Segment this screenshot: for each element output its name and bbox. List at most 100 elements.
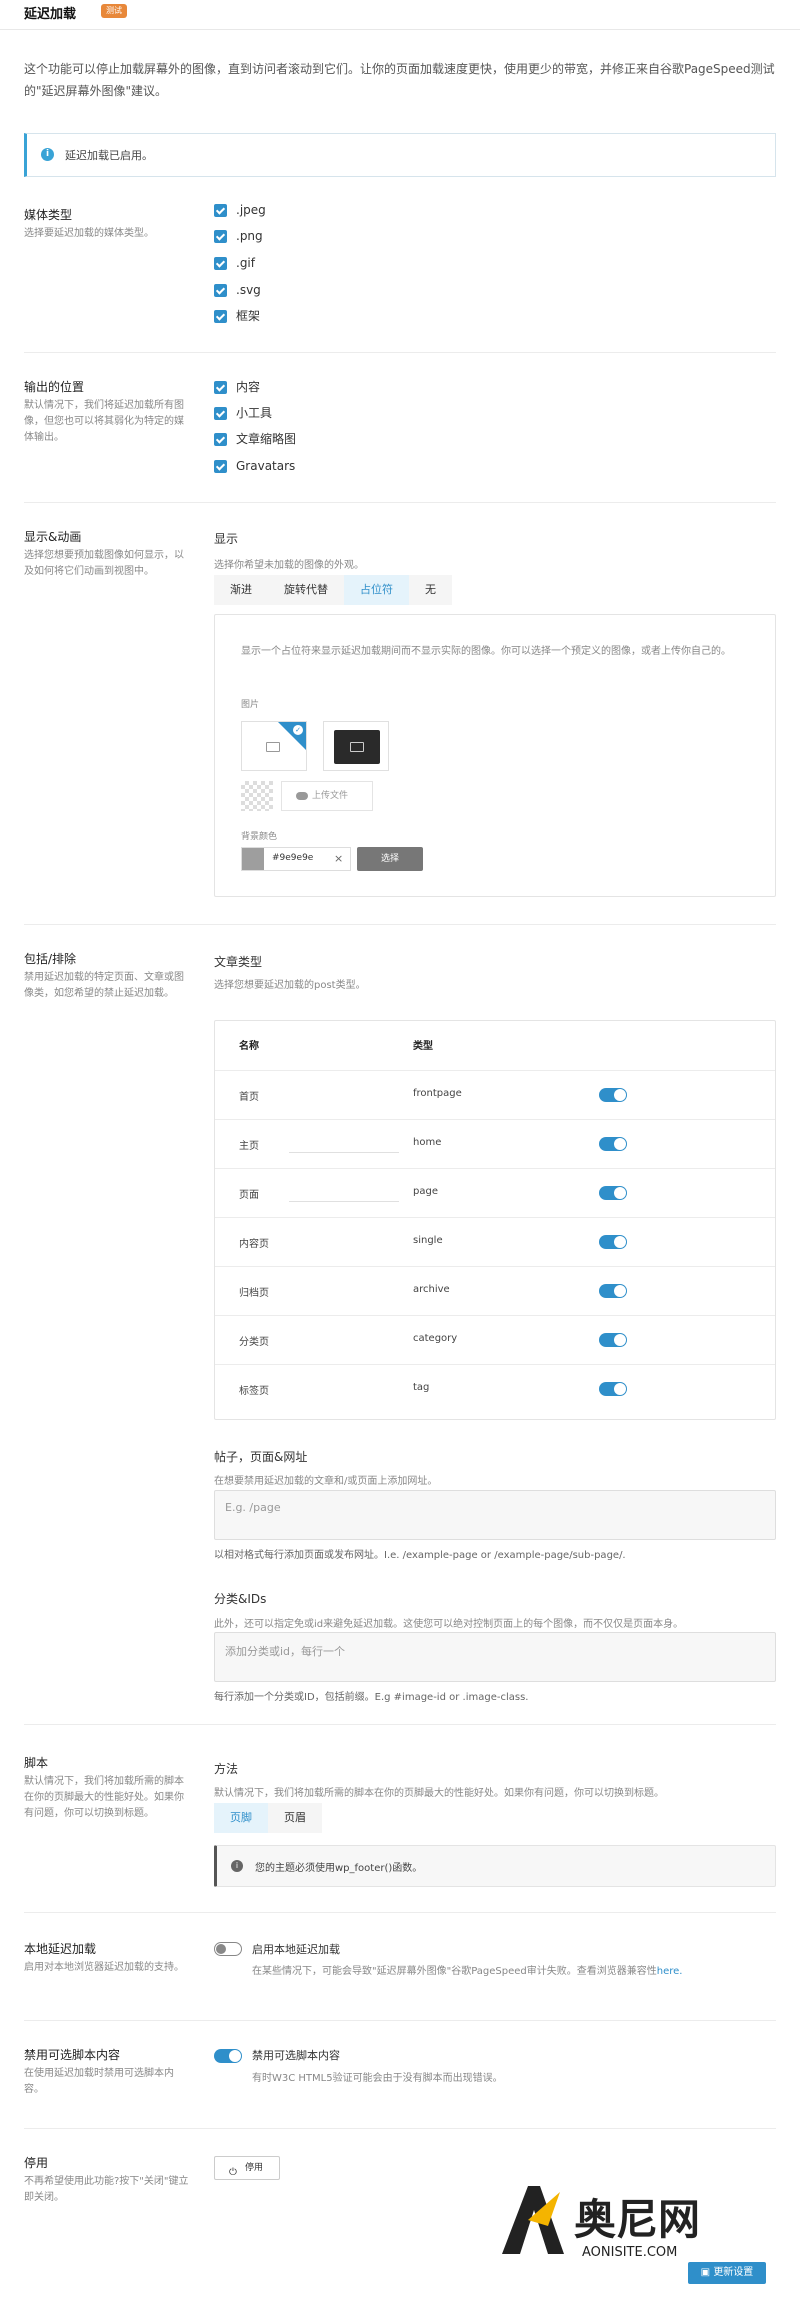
- save-settings-button[interactable]: ▣ 更新设置: [688, 2262, 766, 2284]
- native-toggle-desc: 在某些情况下，可能会导致"延迟屏幕外图像"谷歌PageSpeed审计失败。查看浏…: [252, 1962, 682, 1977]
- row-toggle[interactable]: [599, 1235, 627, 1249]
- row-toggle[interactable]: [599, 1382, 627, 1396]
- noscript-toggle-label: 禁用可选脚本内容: [252, 2049, 340, 2062]
- disable-desc: 不再希望使用此功能?按下"关闭"键立即关闭。: [24, 2176, 189, 2203]
- table-row: 页面 page: [215, 1168, 775, 1217]
- checkbox-jpeg[interactable]: .jpeg: [214, 202, 266, 218]
- row-toggle[interactable]: [599, 1088, 627, 1102]
- upload-button[interactable]: 上传文件: [281, 781, 373, 811]
- info-notice: i 延迟加载已启用。: [24, 133, 776, 177]
- native-title: 本地延迟加载: [24, 1942, 97, 1956]
- row-toggle[interactable]: [599, 1186, 627, 1200]
- table-row: 内容页 single: [215, 1217, 775, 1266]
- divider: [24, 1724, 776, 1725]
- placeholder-dark-option[interactable]: [323, 721, 389, 771]
- noscript-toggle[interactable]: [214, 2049, 242, 2063]
- notice-text: 延迟加载已启用。: [65, 149, 153, 162]
- ids-hint: 每行添加一个分类或ID，包括前缀。E.g #image-id or .image…: [214, 1692, 529, 1703]
- noscript-desc: 在使用延迟加载时禁用可选脚本内容。: [24, 2068, 174, 2095]
- method-label: 方法: [214, 1762, 239, 1776]
- disable-button[interactable]: ⏻ 停用: [214, 2156, 280, 2180]
- row-toggle[interactable]: [599, 1137, 627, 1151]
- ids-sub: 此外，还可以指定免或id来避免延迟加载。这使您可以绝对控制页面上的每个图像，而不…: [214, 1619, 684, 1630]
- row-type: single: [413, 1235, 443, 1246]
- image-label: 图片: [241, 700, 260, 710]
- top-bar: 延迟加载 测试: [0, 0, 800, 30]
- script-desc: 默认情况下，我们将加载所需的脚本在你的页脚最大的性能好处。如果你有问题，你可以切…: [24, 1776, 184, 1819]
- row-name: 内容页: [239, 1239, 269, 1250]
- media-desc: 选择要延迟加载的媒体类型。: [24, 228, 154, 239]
- ids-label: 分类&IDs: [214, 1592, 267, 1606]
- checkbox-png[interactable]: .png: [214, 228, 263, 244]
- native-desc-text: 在某些情况下，可能会导致"延迟屏幕外图像"谷歌PageSpeed审计失败。查看浏…: [252, 1966, 657, 1977]
- tab-fade[interactable]: 渐进: [214, 575, 268, 605]
- intro-text: 这个功能可以停止加载屏幕外的图像，直到访问者滚动到它们。让你的页面加载速度更快，…: [24, 62, 775, 98]
- display-desc: 选择您想要预加载图像如何显示，以及如何将它们动画到视图中。: [24, 550, 184, 577]
- color-picker[interactable]: #9e9e9e ×: [241, 847, 351, 871]
- placeholder-desc: 显示一个占位符来显示延迟加载期间而不显示实际的图像。你可以选择一个预定义的图像，…: [241, 646, 731, 657]
- post-types-table: 名称 类型 首页 frontpage 主页 home 页面 page 内容页 singl…: [214, 1020, 776, 1420]
- checkbox-svg[interactable]: .svg: [214, 282, 261, 298]
- upload-label: 上传文件: [312, 791, 349, 801]
- display-tabs: 渐进 旋转代替 占位符 无: [214, 575, 452, 605]
- placeholder-light-option[interactable]: ✓: [241, 721, 307, 771]
- column-type: 类型: [413, 1041, 433, 1052]
- row-name: 标签页: [239, 1386, 269, 1397]
- choose-color-button[interactable]: 选择: [357, 847, 423, 871]
- native-desc: 启用对本地浏览器延迟加载的支持。: [24, 1962, 184, 1973]
- beta-badge: 测试: [101, 4, 127, 18]
- checkbox-gif[interactable]: .gif: [214, 255, 255, 271]
- brand-url: AONISITE.COM: [582, 2245, 677, 2260]
- brand-logo: 奥尼网 AONISITE.COM: [502, 2186, 700, 2260]
- tab-placeholder[interactable]: 占位符: [344, 575, 409, 605]
- checkbox-widgets[interactable]: 小工具: [214, 405, 272, 421]
- page-title: 延迟加载: [24, 7, 77, 22]
- table-row: 分类页 category: [215, 1315, 775, 1364]
- clear-color-button[interactable]: ×: [334, 852, 343, 865]
- row-toggle[interactable]: [599, 1284, 627, 1298]
- row-type: tag: [413, 1382, 430, 1393]
- tab-footer[interactable]: 页脚: [214, 1803, 268, 1833]
- native-toggle[interactable]: [214, 1942, 242, 1956]
- ids-textarea[interactable]: 添加分类或id，每行一个: [214, 1632, 776, 1682]
- urls-textarea[interactable]: E.g. /page: [214, 1490, 776, 1540]
- checkbox-gravatars[interactable]: Gravatars: [214, 458, 295, 474]
- checkbox-content[interactable]: 内容: [214, 379, 260, 395]
- bg-color-label: 背景颜色: [241, 832, 278, 842]
- checkbox-iframe[interactable]: 框架: [214, 308, 260, 324]
- script-title: 脚本: [24, 1756, 49, 1770]
- row-name: 首页: [239, 1092, 259, 1103]
- divider: [24, 2020, 776, 2021]
- post-types-sub: 选择您想要延迟加载的post类型。: [214, 980, 366, 991]
- method-sub: 默认情况下，我们将加载所需的脚本在你的页脚最大的性能好处。如果你有问题，你可以切…: [214, 1788, 664, 1799]
- divider: [24, 502, 776, 503]
- row-name: 页面: [239, 1190, 259, 1201]
- row-type: archive: [413, 1284, 450, 1295]
- tab-header[interactable]: 页眉: [268, 1803, 322, 1833]
- power-icon: ⏻: [229, 2167, 237, 2178]
- row-type: category: [413, 1333, 458, 1344]
- row-toggle[interactable]: [599, 1333, 627, 1347]
- save-label: 更新设置: [713, 2267, 754, 2278]
- urls-sub: 在想要禁用延迟加载的文章和/或页面上添加网址。: [214, 1476, 438, 1487]
- divider: [24, 352, 776, 353]
- row-name: 主页: [239, 1141, 259, 1152]
- table-row: 首页 frontpage: [215, 1070, 775, 1119]
- tab-spinner[interactable]: 旋转代替: [268, 575, 344, 605]
- media-title: 媒体类型: [24, 208, 73, 222]
- table-row: 标签页 tag: [215, 1364, 775, 1413]
- info-icon: i: [231, 1860, 243, 1872]
- save-icon: ▣: [700, 2267, 714, 2278]
- include-desc: 禁用延迟加载的特定页面、文章或图像类，如您希望的禁止延迟加载。: [24, 972, 184, 999]
- tab-none[interactable]: 无: [409, 575, 452, 605]
- noscript-title: 禁用可选脚本内容: [24, 2048, 121, 2062]
- divider: [24, 924, 776, 925]
- row-type: page: [413, 1186, 438, 1197]
- divider: [24, 2128, 776, 2129]
- compat-link[interactable]: here.: [657, 1966, 683, 1977]
- urls-label: 帖子，页面&网址: [214, 1450, 308, 1464]
- row-divider: [289, 1152, 399, 1153]
- row-type: home: [413, 1137, 442, 1148]
- note-text: 您的主题必须使用wp_footer()函数。: [255, 1863, 423, 1874]
- checkbox-thumbnails[interactable]: 文章缩略图: [214, 431, 296, 447]
